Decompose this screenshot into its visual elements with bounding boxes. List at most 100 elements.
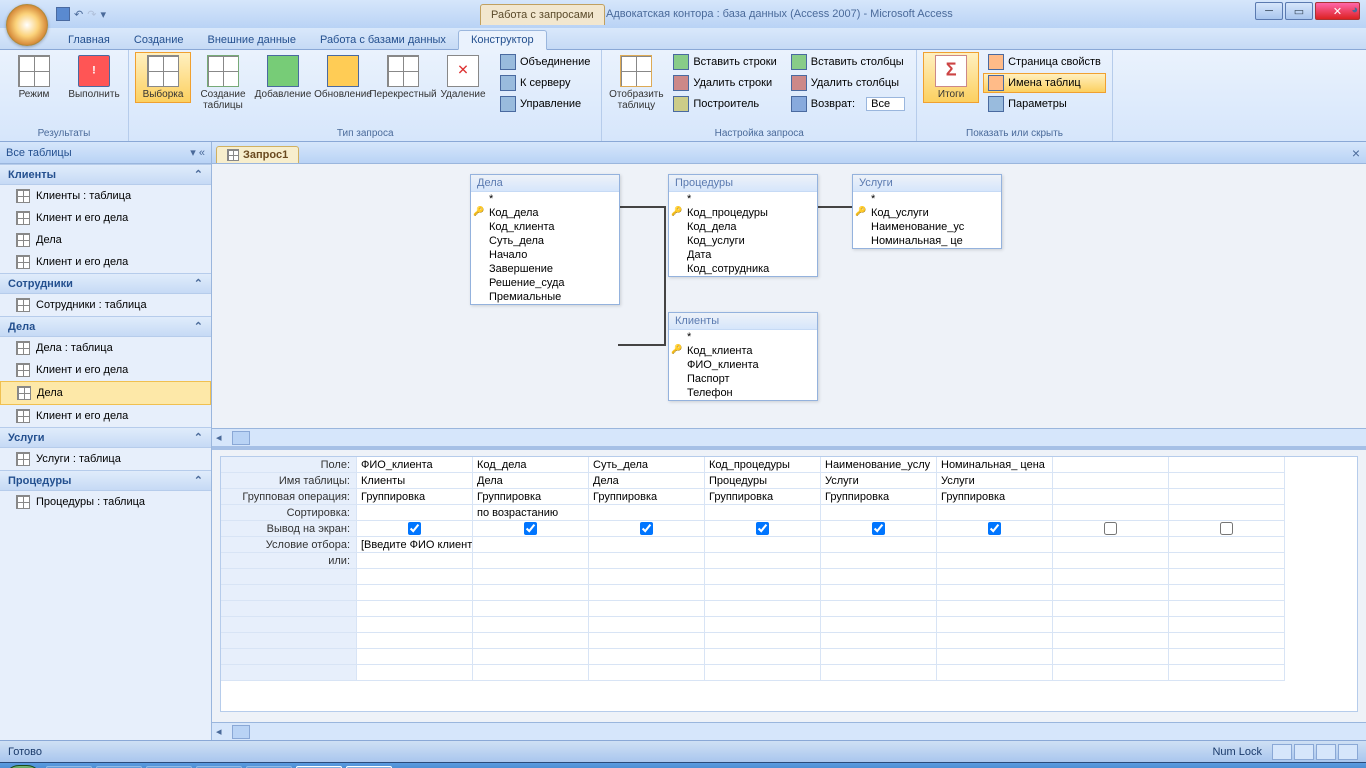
insert-rows-button[interactable]: Вставить строки xyxy=(668,52,781,72)
grid-cell[interactable] xyxy=(1053,617,1169,633)
grid-cell[interactable] xyxy=(1053,489,1169,505)
propsheet-button[interactable]: Страница свойств xyxy=(983,52,1106,72)
grid-cell[interactable]: по возрастанию xyxy=(473,505,589,521)
grid-cell[interactable] xyxy=(473,585,589,601)
grid-cell[interactable] xyxy=(1169,617,1285,633)
save-icon[interactable] xyxy=(56,7,70,21)
grid-cell[interactable] xyxy=(1169,665,1285,681)
grid-cell[interactable] xyxy=(589,649,705,665)
totals-button[interactable]: Итоги xyxy=(923,52,979,103)
grid-cell[interactable] xyxy=(937,537,1053,553)
grid-cell[interactable] xyxy=(821,569,937,585)
grid-cell[interactable] xyxy=(937,569,1053,585)
grid-cell[interactable]: Дела xyxy=(589,473,705,489)
maketable-button[interactable]: Создание таблицы xyxy=(195,52,251,114)
maximize-button[interactable]: ▭ xyxy=(1285,2,1313,20)
query-canvas[interactable]: Дела * Код_дела Код_клиента Суть_дела На… xyxy=(212,164,1366,450)
insert-cols-button[interactable]: Вставить столбцы xyxy=(786,52,910,72)
grid-cell[interactable] xyxy=(1169,569,1285,585)
grid-cell[interactable] xyxy=(473,569,589,585)
grid-cell[interactable] xyxy=(1053,601,1169,617)
grid-cell[interactable]: Группировка xyxy=(705,489,821,505)
grid-cell[interactable] xyxy=(1169,553,1285,569)
table-box-dela[interactable]: Дела * Код_дела Код_клиента Суть_дела На… xyxy=(470,174,620,305)
grid-cell[interactable] xyxy=(821,553,937,569)
grid-cell[interactable] xyxy=(821,601,937,617)
show-checkbox[interactable] xyxy=(1220,522,1233,535)
grid-cell[interactable] xyxy=(589,633,705,649)
grid-cell[interactable] xyxy=(821,617,937,633)
grid-cell[interactable] xyxy=(357,601,473,617)
grid-cell[interactable] xyxy=(1169,521,1285,537)
grid-cell[interactable] xyxy=(1053,553,1169,569)
show-checkbox[interactable] xyxy=(988,522,1001,535)
office-button[interactable] xyxy=(6,4,48,46)
grid-cell[interactable] xyxy=(473,617,589,633)
grid-cell[interactable] xyxy=(473,537,589,553)
delete-cols-button[interactable]: Удалить столбцы xyxy=(786,73,910,93)
tab-design[interactable]: Конструктор xyxy=(458,30,547,50)
grid-cell[interactable] xyxy=(705,553,821,569)
nav-item[interactable]: Клиент и его дела xyxy=(0,405,211,427)
grid-cell[interactable] xyxy=(1053,569,1169,585)
grid-cell[interactable] xyxy=(1169,473,1285,489)
return-button[interactable]: Возврат: Все xyxy=(786,94,910,114)
grid-cell[interactable] xyxy=(705,505,821,521)
view-design[interactable] xyxy=(1338,744,1358,760)
union-button[interactable]: Объединение xyxy=(495,52,595,72)
grid-cell[interactable] xyxy=(1053,457,1169,473)
grid-cell[interactable]: Процедуры xyxy=(705,473,821,489)
grid-cell[interactable] xyxy=(589,617,705,633)
tab-home[interactable]: Главная xyxy=(56,31,122,49)
datadef-button[interactable]: Управление xyxy=(495,94,595,114)
grid-cell[interactable] xyxy=(1053,665,1169,681)
grid-cell[interactable] xyxy=(473,601,589,617)
grid-cell[interactable] xyxy=(357,585,473,601)
view-button[interactable]: Режим xyxy=(6,52,62,103)
append-button[interactable]: Добавление xyxy=(255,52,311,103)
grid-cell[interactable] xyxy=(473,665,589,681)
grid-cell[interactable]: Наименование_услу xyxy=(821,457,937,473)
nav-item[interactable]: Клиенты : таблица xyxy=(0,185,211,207)
grid-cell[interactable] xyxy=(473,633,589,649)
nav-item[interactable]: Дела xyxy=(0,381,211,405)
grid-cell[interactable] xyxy=(589,569,705,585)
grid-cell[interactable] xyxy=(705,585,821,601)
grid-cell[interactable] xyxy=(705,633,821,649)
grid-cell[interactable] xyxy=(705,617,821,633)
grid-cell[interactable] xyxy=(1053,537,1169,553)
nav-category[interactable]: Процедуры⌃ xyxy=(0,470,211,491)
grid-cell[interactable]: Группировка xyxy=(473,489,589,505)
grid-cell[interactable] xyxy=(357,521,473,537)
grid-cell[interactable] xyxy=(1053,585,1169,601)
grid-cell[interactable] xyxy=(1169,601,1285,617)
grid-cell[interactable] xyxy=(705,521,821,537)
grid-cell[interactable] xyxy=(937,633,1053,649)
nav-category[interactable]: Дела⌃ xyxy=(0,316,211,337)
nav-header[interactable]: Все таблицы ▾ « xyxy=(0,142,211,164)
grid-cell[interactable] xyxy=(357,649,473,665)
tablenames-button[interactable]: Имена таблиц xyxy=(983,73,1106,93)
show-checkbox[interactable] xyxy=(640,522,653,535)
grid-cell[interactable]: Группировка xyxy=(357,489,473,505)
grid-cell[interactable]: Группировка xyxy=(821,489,937,505)
builder-button[interactable]: Построитель xyxy=(668,94,781,114)
run-button[interactable]: Выполнить xyxy=(66,52,122,103)
grid-cell[interactable] xyxy=(937,505,1053,521)
grid-cell[interactable]: Код_дела xyxy=(473,457,589,473)
grid-cell[interactable]: Услуги xyxy=(937,473,1053,489)
show-checkbox[interactable] xyxy=(1104,522,1117,535)
nav-category[interactable]: Услуги⌃ xyxy=(0,427,211,448)
undo-icon[interactable]: ↶ xyxy=(74,8,83,21)
grid-cell[interactable] xyxy=(821,649,937,665)
passthrough-button[interactable]: К серверу xyxy=(495,73,595,93)
nav-category[interactable]: Клиенты⌃ xyxy=(0,164,211,185)
grid-cell[interactable]: Группировка xyxy=(589,489,705,505)
redo-icon[interactable]: ↷ xyxy=(87,8,96,21)
qat-dropdown-icon[interactable]: ▾ xyxy=(100,8,106,21)
update-button[interactable]: Обновление xyxy=(315,52,371,103)
grid-cell[interactable] xyxy=(589,601,705,617)
grid-cell[interactable]: Код_процедуры xyxy=(705,457,821,473)
grid-cell[interactable] xyxy=(1169,633,1285,649)
grid-cell[interactable] xyxy=(357,569,473,585)
